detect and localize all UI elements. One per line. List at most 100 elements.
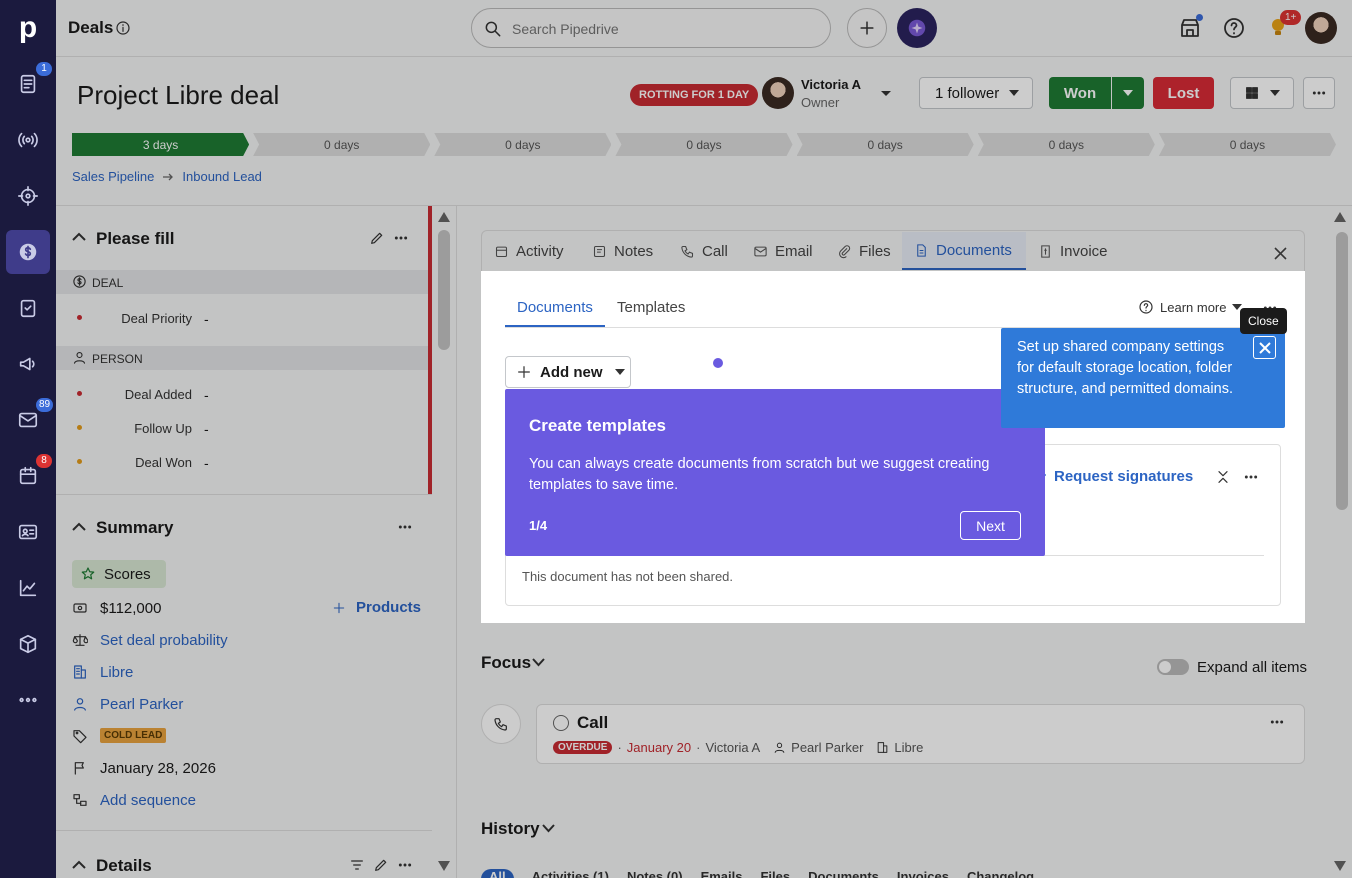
stage-step[interactable]: 0 days [434, 133, 611, 156]
activity-title[interactable]: Call [577, 713, 608, 733]
field-value-deal-priority[interactable]: - [204, 311, 209, 327]
deal-title[interactable]: Project Libre deal [77, 80, 279, 111]
label-badge[interactable]: COLD LEAD [100, 728, 167, 743]
more-dots-icon[interactable] [397, 857, 413, 873]
left-scrollbar[interactable] [438, 230, 450, 350]
history-filter[interactable]: Activities (1) [532, 869, 609, 878]
nav-radio[interactable] [0, 116, 56, 164]
nav-leads[interactable]: 1 [0, 60, 56, 108]
set-probability-link[interactable]: Set deal probability [100, 632, 228, 649]
view-switch-button[interactable] [1230, 77, 1294, 109]
add-new-button[interactable]: Add new [505, 356, 631, 388]
activity-done-checkbox[interactable] [553, 715, 569, 731]
expand-all-toggle[interactable] [1157, 659, 1189, 675]
tab-email[interactable]: Email [753, 232, 813, 270]
stage-step[interactable]: 0 days [615, 133, 792, 156]
scroll-down-icon[interactable] [438, 861, 450, 871]
history-filter[interactable]: All [481, 869, 514, 878]
scroll-up-icon[interactable] [1334, 212, 1346, 222]
lost-button[interactable]: Lost [1153, 77, 1214, 109]
right-scrollbar[interactable] [1336, 232, 1348, 510]
scroll-down-icon[interactable] [1334, 861, 1346, 871]
nav-insights[interactable] [0, 564, 56, 612]
deal-more-button[interactable] [1303, 77, 1335, 109]
expected-close-date[interactable]: January 28, 2026 [100, 760, 216, 777]
close-icon[interactable] [1274, 247, 1287, 260]
learn-more-button[interactable]: Learn more [1138, 299, 1243, 315]
deal-value[interactable]: $112,000 [100, 600, 161, 617]
more-dots-icon[interactable] [393, 230, 409, 246]
scores-button[interactable]: Scores [72, 560, 166, 588]
nav-campaigns[interactable] [0, 340, 56, 388]
stage-step[interactable]: 3 days [72, 133, 249, 156]
history-filter[interactable]: Invoices [897, 869, 949, 878]
tab-notes[interactable]: Notes [592, 232, 653, 270]
add-products-button[interactable]: Products [332, 599, 421, 616]
nav-more[interactable] [0, 676, 56, 724]
more-dots-icon[interactable] [397, 519, 413, 535]
hint-close-button[interactable] [1253, 336, 1276, 359]
person-link[interactable]: Pearl Parker [100, 696, 183, 713]
tab-activity[interactable]: Activity [494, 232, 564, 270]
nav-projects[interactable] [0, 284, 56, 332]
add-sequence-link[interactable]: Add sequence [100, 792, 196, 809]
chevron-up-icon[interactable] [72, 860, 86, 870]
breadcrumb-pipeline[interactable]: Sales Pipeline [72, 169, 154, 184]
subtab-templates[interactable]: Templates [617, 299, 685, 316]
help-icon[interactable] [1222, 16, 1246, 40]
tab-documents[interactable]: Documents [902, 232, 1026, 270]
tour-hotspot[interactable] [713, 358, 723, 368]
request-signatures-button[interactable]: Request signatures [1036, 468, 1193, 485]
tour-next-button[interactable]: Next [960, 511, 1021, 540]
quick-add-button[interactable] [847, 8, 887, 48]
info-icon[interactable] [115, 20, 131, 36]
history-filter[interactable]: Notes (0) [627, 869, 683, 878]
nav-contacts[interactable] [0, 508, 56, 556]
organization-link[interactable]: Libre [100, 664, 133, 681]
field-value-deal-added[interactable]: - [204, 387, 209, 403]
won-button[interactable]: Won [1049, 77, 1111, 109]
field-value-follow-up[interactable]: - [204, 421, 209, 437]
tab-call[interactable]: Call [680, 232, 728, 270]
collapse-icon[interactable] [1215, 469, 1231, 485]
nav-deals[interactable] [0, 228, 56, 276]
more-dots-icon[interactable] [1269, 714, 1285, 730]
history-filter[interactable]: Changelog [967, 869, 1034, 878]
search-input[interactable] [512, 18, 812, 40]
pipedrive-logo[interactable]: p [0, 4, 56, 52]
scroll-up-icon[interactable] [438, 212, 450, 222]
stage-step[interactable]: 0 days [1159, 133, 1336, 156]
owner-dropdown-icon[interactable] [880, 90, 892, 98]
breadcrumb-stage[interactable]: Inbound Lead [182, 169, 262, 184]
stage-step[interactable]: 0 days [978, 133, 1155, 156]
won-dropdown-button[interactable] [1112, 77, 1144, 109]
stage-step[interactable]: 0 days [253, 133, 430, 156]
user-avatar[interactable] [1305, 12, 1337, 44]
nav-products[interactable] [0, 620, 56, 668]
activity-org[interactable]: Libre [894, 740, 923, 755]
edit-pencil-icon[interactable] [369, 230, 385, 246]
search-box[interactable] [471, 8, 831, 48]
chevron-up-icon[interactable] [72, 232, 86, 242]
nav-target[interactable] [0, 172, 56, 220]
ai-assistant-button[interactable] [897, 8, 937, 48]
field-value-deal-won[interactable]: - [204, 455, 209, 471]
activity-card[interactable] [536, 704, 1305, 764]
history-filter[interactable]: Documents [808, 869, 879, 878]
chevron-down-icon[interactable] [532, 658, 545, 667]
stage-step[interactable]: 0 days [797, 133, 974, 156]
nav-mail[interactable]: 89 [0, 396, 56, 444]
tab-files[interactable]: Files [837, 232, 891, 270]
followers-button[interactable]: 1 follower [919, 77, 1033, 109]
filter-icon[interactable] [349, 857, 365, 873]
chevron-down-icon[interactable] [542, 824, 555, 833]
chevron-up-icon[interactable] [72, 522, 86, 532]
history-filter[interactable]: Files [760, 869, 790, 878]
activity-person[interactable]: Pearl Parker [791, 740, 863, 755]
history-filter[interactable]: Emails [701, 869, 743, 878]
more-dots-icon[interactable] [1243, 469, 1259, 485]
tab-invoice[interactable]: Invoice [1038, 232, 1108, 270]
edit-pencil-icon[interactable] [373, 857, 389, 873]
subtab-documents[interactable]: Documents [517, 299, 593, 316]
nav-activities[interactable]: 8 [0, 452, 56, 500]
